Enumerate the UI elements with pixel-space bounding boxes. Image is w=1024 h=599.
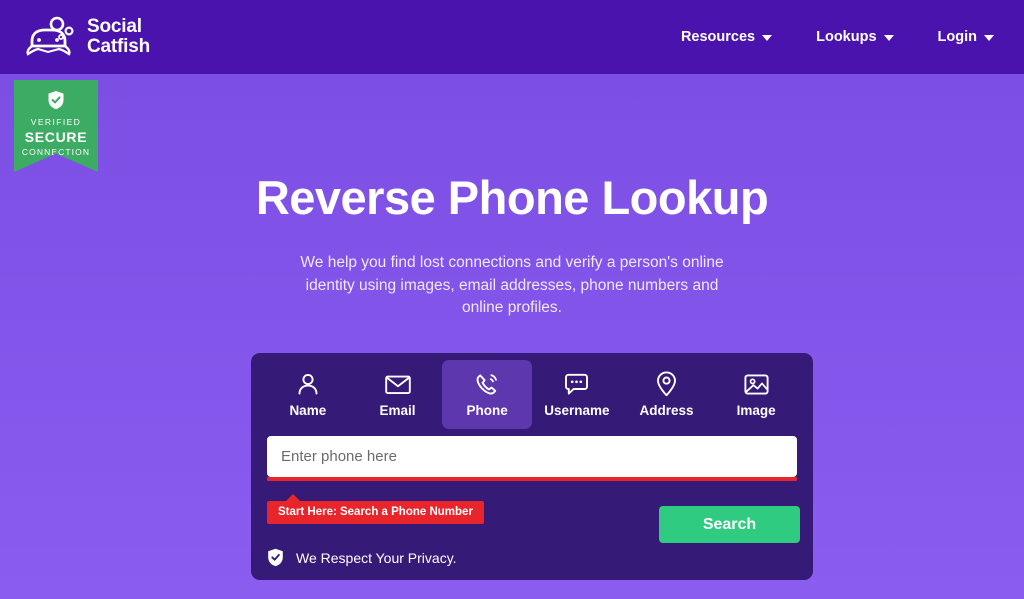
tab-phone[interactable]: Phone: [442, 360, 533, 429]
search-type-tabs: Name Email Phone Username Address Image: [251, 353, 813, 429]
site-header: Social Catfish Resources Lookups Login: [0, 0, 1024, 74]
catfish-logo-icon: [26, 15, 78, 59]
chat-bubble-icon: [564, 371, 589, 397]
tab-label: Username: [544, 403, 610, 418]
tab-label: Address: [639, 403, 694, 418]
chevron-down-icon: [984, 35, 994, 41]
verified-secure-connection-badge: VERIFIED SECURE CONNECTION: [14, 80, 98, 172]
chevron-down-icon: [762, 35, 773, 41]
nav-item-label: Lookups: [816, 29, 877, 45]
start-here-tooltip: Start Here: Search a Phone Number: [267, 494, 484, 524]
nav-item-label: Login: [937, 29, 977, 45]
envelope-icon: [384, 371, 411, 397]
page-title: Reverse Phone Lookup: [255, 171, 769, 224]
badge-line-3: CONNECTION: [21, 147, 91, 157]
phone-ringing-icon: [475, 371, 500, 397]
logo-line-1: Social: [87, 16, 142, 38]
search-card: Name Email Phone Username Address Image …: [251, 353, 813, 580]
nav-item-login[interactable]: Login: [938, 29, 994, 45]
page-subtitle: We help you find lost connections and ve…: [300, 254, 724, 316]
logo[interactable]: Social Catfish: [26, 15, 150, 59]
map-pin-icon: [656, 371, 677, 397]
shield-check-icon: [47, 90, 65, 110]
tab-label: Name: [289, 403, 327, 418]
tab-email[interactable]: Email: [353, 360, 443, 429]
privacy-text: We Respect Your Privacy.: [296, 549, 457, 566]
privacy-notice: We Respect Your Privacy.: [267, 548, 457, 567]
person-icon: [296, 371, 320, 397]
tab-address[interactable]: Address: [622, 360, 712, 429]
tab-label: Email: [379, 403, 416, 418]
tab-username[interactable]: Username: [532, 360, 622, 429]
logo-wordmark: Social Catfish: [87, 17, 150, 57]
tab-image[interactable]: Image: [711, 360, 801, 429]
shield-check-icon: [267, 548, 284, 567]
main-navigation: Resources Lookups Login: [681, 0, 1008, 74]
search-button[interactable]: Search: [659, 506, 800, 543]
nav-item-label: Resources: [680, 29, 756, 45]
search-input-highlight-underline: [267, 477, 797, 481]
search-input[interactable]: [267, 436, 797, 477]
tab-label: Image: [736, 403, 776, 418]
tab-name[interactable]: Name: [263, 360, 353, 429]
tab-label: Phone: [466, 403, 508, 418]
badge-line-2: SECURE: [24, 129, 88, 145]
photo-icon: [744, 371, 769, 397]
nav-item-resources[interactable]: Resources: [680, 29, 773, 45]
logo-line-2: Catfish: [87, 36, 150, 57]
nav-item-lookups[interactable]: Lookups: [816, 29, 894, 45]
search-input-row: [267, 436, 797, 481]
chevron-down-icon: [883, 35, 894, 41]
badge-line-1: VERIFIED: [30, 117, 82, 127]
